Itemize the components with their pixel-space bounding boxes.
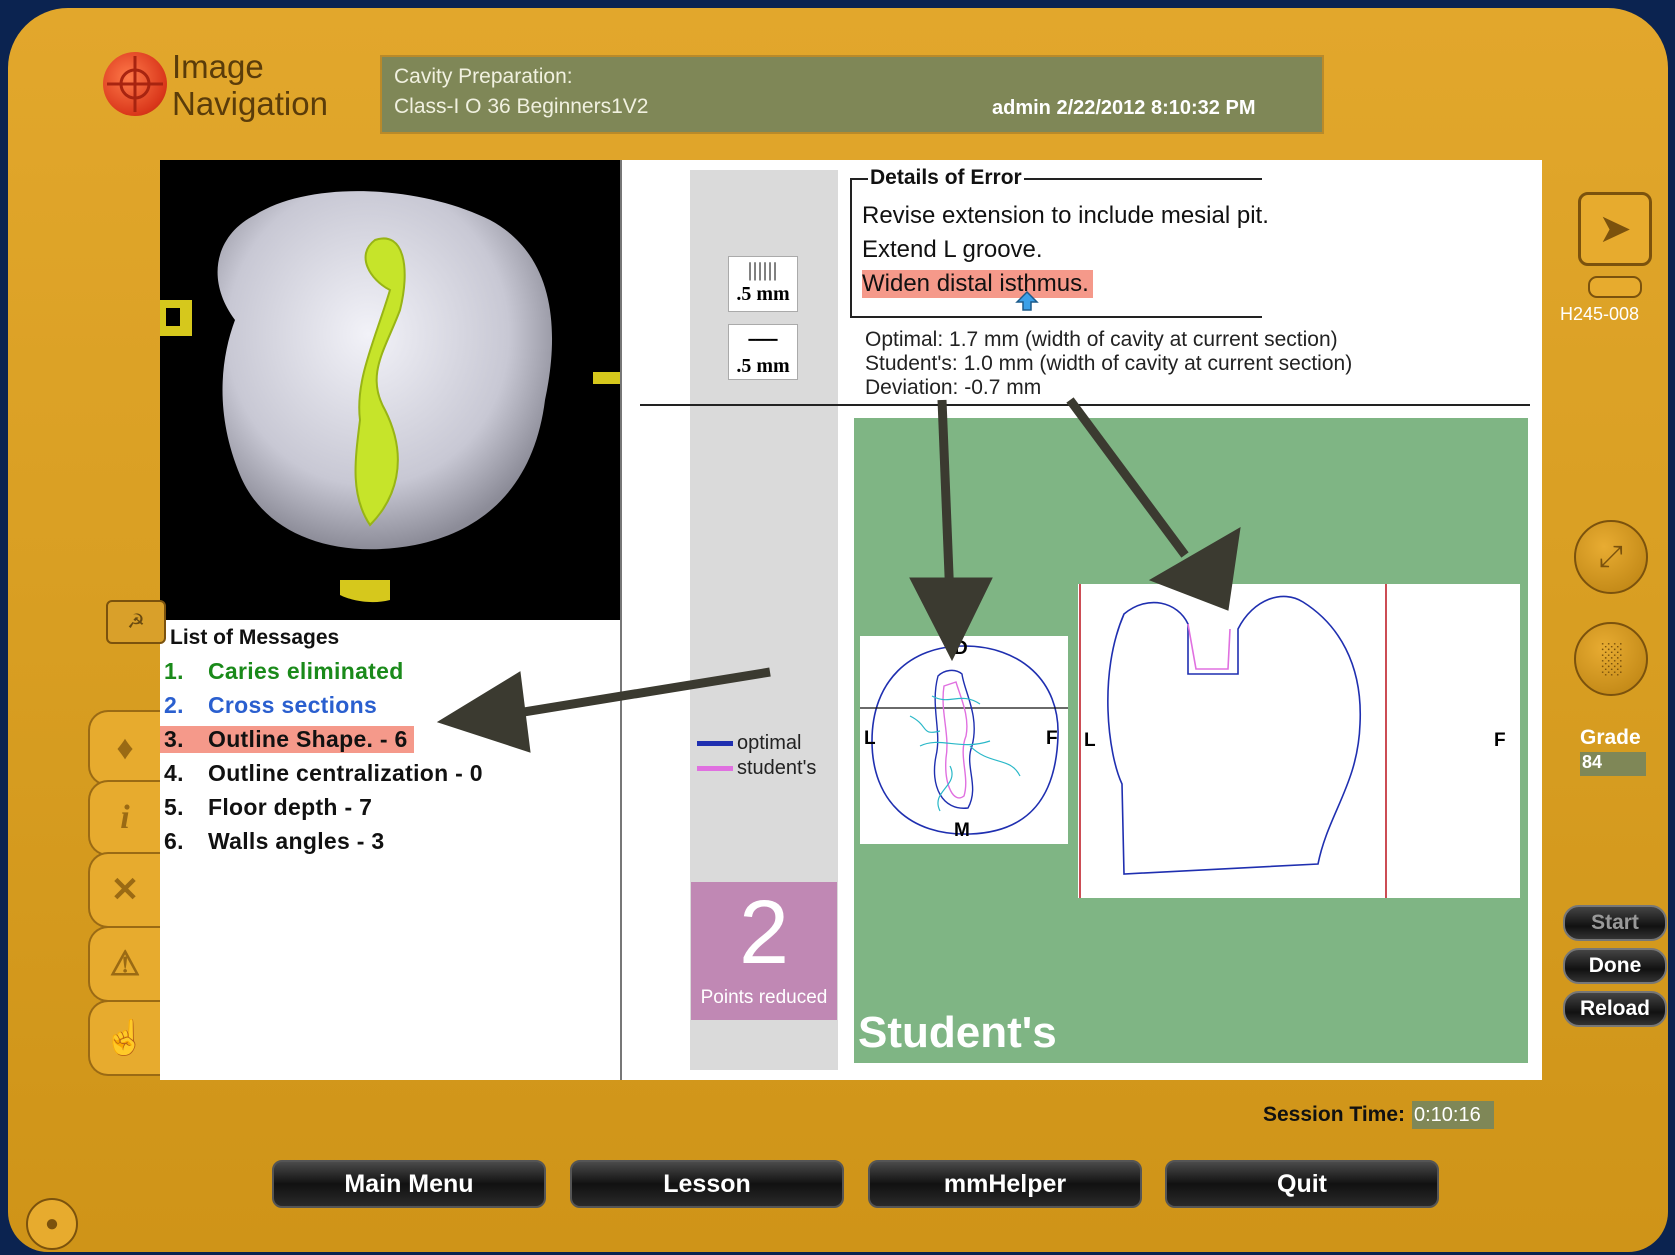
- done-button[interactable]: Done: [1563, 948, 1667, 984]
- instrument-code: H245-008: [1560, 304, 1640, 324]
- main-menu-button[interactable]: Main Menu: [272, 1160, 546, 1208]
- resize-arrows-icon: ⤢: [1599, 540, 1623, 573]
- running-man-icon: ➤: [1598, 207, 1632, 251]
- exit-button[interactable]: ➤: [1578, 192, 1652, 266]
- start-button[interactable]: Start: [1563, 905, 1667, 941]
- annotation-arrows: [436, 397, 1241, 753]
- lock-icon: ●: [44, 1210, 60, 1237]
- grade-value: 84: [1580, 752, 1646, 776]
- chart-button[interactable]: ░: [1574, 622, 1648, 696]
- quit-button[interactable]: Quit: [1165, 1160, 1439, 1208]
- session-time-label: Session Time:: [1263, 1103, 1405, 1126]
- handpiece-icon: [1588, 276, 1642, 298]
- grade-label: Grade: [1580, 726, 1641, 749]
- reload-button[interactable]: Reload: [1563, 991, 1667, 1027]
- mmhelper-button[interactable]: mmHelper: [868, 1160, 1142, 1208]
- lock-button[interactable]: ●: [26, 1198, 78, 1250]
- bar-chart-icon: ░: [1600, 642, 1622, 675]
- session-time-value: 0:10:16: [1412, 1101, 1494, 1129]
- lesson-button[interactable]: Lesson: [570, 1160, 844, 1208]
- resize-button[interactable]: ⤢: [1574, 520, 1648, 594]
